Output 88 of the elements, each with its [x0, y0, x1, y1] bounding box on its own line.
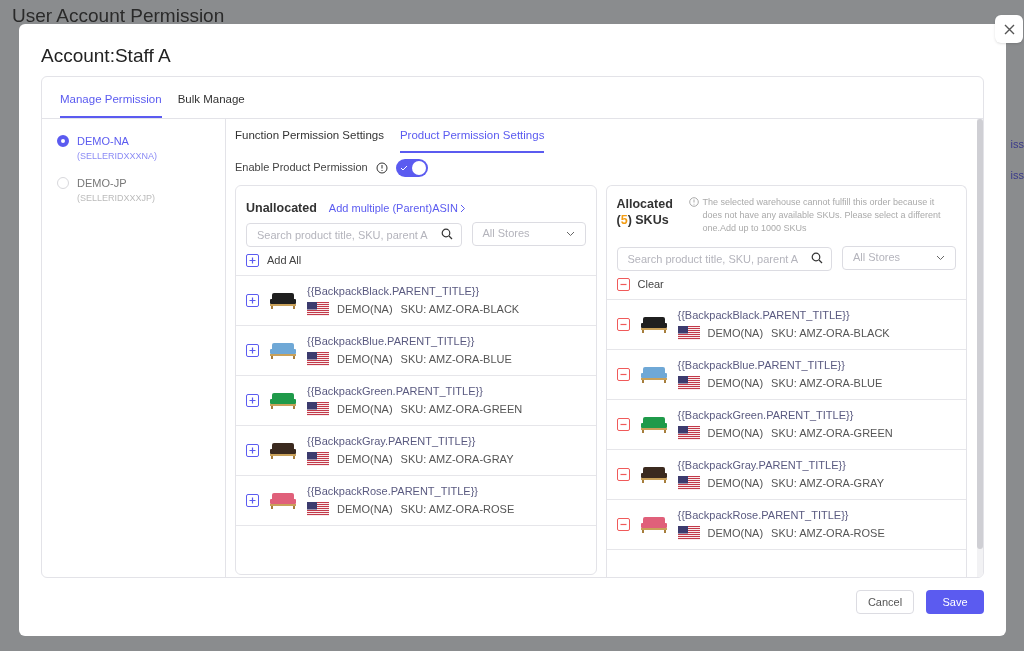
- minus-square-icon[interactable]: [616, 317, 630, 331]
- chevron-down-icon: [565, 230, 575, 237]
- note-text: The selected warehouse cannot fulfill this order because it does not have any available SKUs. Please select a different one.Add up to 1000 SKUs: [702, 195, 942, 235]
- tab[interactable]: Product Permission Settings: [399, 127, 545, 153]
- account-name[interactable]: DEMO-JP: [77, 175, 156, 192]
- radio-button[interactable]: [57, 135, 69, 148]
- flag-icon: [677, 426, 700, 441]
- minus-square-icon[interactable]: [616, 277, 630, 291]
- cancel-button[interactable]: Cancel: [856, 590, 914, 614]
- search-field[interactable]: Search product title, SKU, parent A: [246, 222, 462, 247]
- chevron-right-icon: [459, 204, 466, 213]
- sku-text: SKU: AMZ-ORA-GREEN: [771, 426, 893, 441]
- product-title: {{BackpackRose.PARENT_TITLE}}: [677, 507, 850, 523]
- product-title: {{BackpackGray.PARENT_TITLE}}: [677, 457, 847, 473]
- flag-icon: [307, 502, 329, 517]
- product-title: {{BackpackBlue.PARENT_TITLE}}: [677, 357, 846, 373]
- store-name: DEMO(NA): [337, 302, 393, 317]
- sku-text: SKU: AMZ-ORA-GRAY: [771, 476, 884, 491]
- seller-id: (SELLERIDXXXJP): [77, 191, 156, 205]
- plus-square-icon[interactable]: [246, 493, 259, 507]
- product-title: {{BackpackBlue.PARENT_TITLE}}: [307, 333, 476, 349]
- sku-text: SKU: AMZ-ORA-GRAY: [400, 452, 514, 467]
- store-name: DEMO(NA): [337, 502, 393, 517]
- plus-square-icon[interactable]: [246, 393, 259, 407]
- background-link[interactable]: iss: [1010, 136, 1024, 153]
- info-icon: [375, 161, 388, 174]
- seller-id: (SELLERIDXXXNA): [77, 149, 158, 163]
- search-icon: [440, 227, 453, 240]
- toggle-switch[interactable]: [395, 158, 428, 177]
- minus-square-icon[interactable]: [616, 517, 630, 531]
- store-name: DEMO(NA): [707, 426, 764, 441]
- product-title: {{BackpackRose.PARENT_TITLE}}: [307, 483, 479, 499]
- flag-icon: [307, 452, 329, 467]
- background-link[interactable]: iss: [1010, 166, 1024, 183]
- flag-icon: [677, 476, 700, 491]
- save-button[interactable]: Save: [926, 590, 984, 614]
- panel-title: Allocated (5) SKUs: [616, 195, 674, 229]
- info-icon: [688, 196, 699, 207]
- plus-square-icon[interactable]: [246, 443, 259, 457]
- sku-text: SKU: AMZ-ORA-BLUE: [400, 352, 512, 367]
- flag-icon: [677, 526, 700, 541]
- store-name: DEMO(NA): [337, 352, 393, 367]
- tab[interactable]: Bulk Manage: [177, 91, 245, 119]
- modal-title: Account:Staff A: [41, 44, 172, 68]
- search-icon: [811, 251, 823, 264]
- flag-icon: [677, 326, 700, 341]
- account-name[interactable]: DEMO-NA: [77, 133, 158, 150]
- store-name: DEMO(NA): [707, 326, 764, 341]
- page-title: User Account Permission: [12, 4, 225, 28]
- tab[interactable]: Manage Permission: [60, 91, 162, 119]
- close-button[interactable]: [995, 15, 1023, 43]
- minus-square-icon[interactable]: [616, 417, 630, 431]
- close-icon: [1003, 23, 1015, 35]
- minus-square-icon[interactable]: [616, 467, 630, 481]
- store-name: DEMO(NA): [337, 452, 393, 467]
- scrollbar-thumb[interactable]: [977, 119, 983, 550]
- sku-text: SKU: AMZ-ORA-BLACK: [771, 326, 890, 341]
- clear-button[interactable]: Clear: [637, 275, 664, 293]
- plus-square-icon[interactable]: [246, 343, 259, 357]
- store-name: DEMO(NA): [707, 476, 764, 491]
- flag-icon: [677, 376, 700, 391]
- toggle-label: Enable Product Permission: [235, 160, 368, 176]
- sku-text: SKU: AMZ-ORA-BLACK: [400, 302, 520, 317]
- panel-title: Unallocated: [246, 200, 317, 218]
- store-name: DEMO(NA): [337, 402, 393, 417]
- flag-icon: [307, 402, 329, 417]
- sku-text: SKU: AMZ-ORA-ROSE: [771, 526, 885, 541]
- sku-text: SKU: AMZ-ORA-GREEN: [400, 402, 523, 417]
- product-title: {{BackpackGray.PARENT_TITLE}}: [307, 433, 477, 449]
- minus-square-icon[interactable]: [616, 367, 630, 381]
- product-title: {{BackpackBlack.PARENT_TITLE}}: [677, 307, 851, 323]
- product-title: {{BackpackBlack.PARENT_TITLE}}: [307, 283, 481, 299]
- add-multiple-link[interactable]: Add multiple (Parent)ASIN: [328, 200, 458, 217]
- sku-text: SKU: AMZ-ORA-BLUE: [771, 376, 883, 391]
- check-icon: [399, 164, 408, 171]
- search-field[interactable]: Search product title, SKU, parent A: [616, 246, 832, 271]
- store-name: DEMO(NA): [707, 526, 764, 541]
- tab[interactable]: Function Permission Settings: [235, 127, 384, 153]
- product-title: {{BackpackGreen.PARENT_TITLE}}: [307, 383, 484, 399]
- product-title: {{BackpackGreen.PARENT_TITLE}}: [677, 407, 855, 423]
- plus-square-icon[interactable]: [246, 293, 259, 307]
- store-name: DEMO(NA): [707, 376, 764, 391]
- add-all-button[interactable]: Add All: [267, 251, 302, 269]
- sku-text: SKU: AMZ-ORA-ROSE: [400, 502, 515, 517]
- plus-square-icon[interactable]: [246, 253, 259, 267]
- flag-icon: [307, 352, 329, 367]
- chevron-down-icon: [936, 254, 945, 261]
- flag-icon: [307, 302, 329, 317]
